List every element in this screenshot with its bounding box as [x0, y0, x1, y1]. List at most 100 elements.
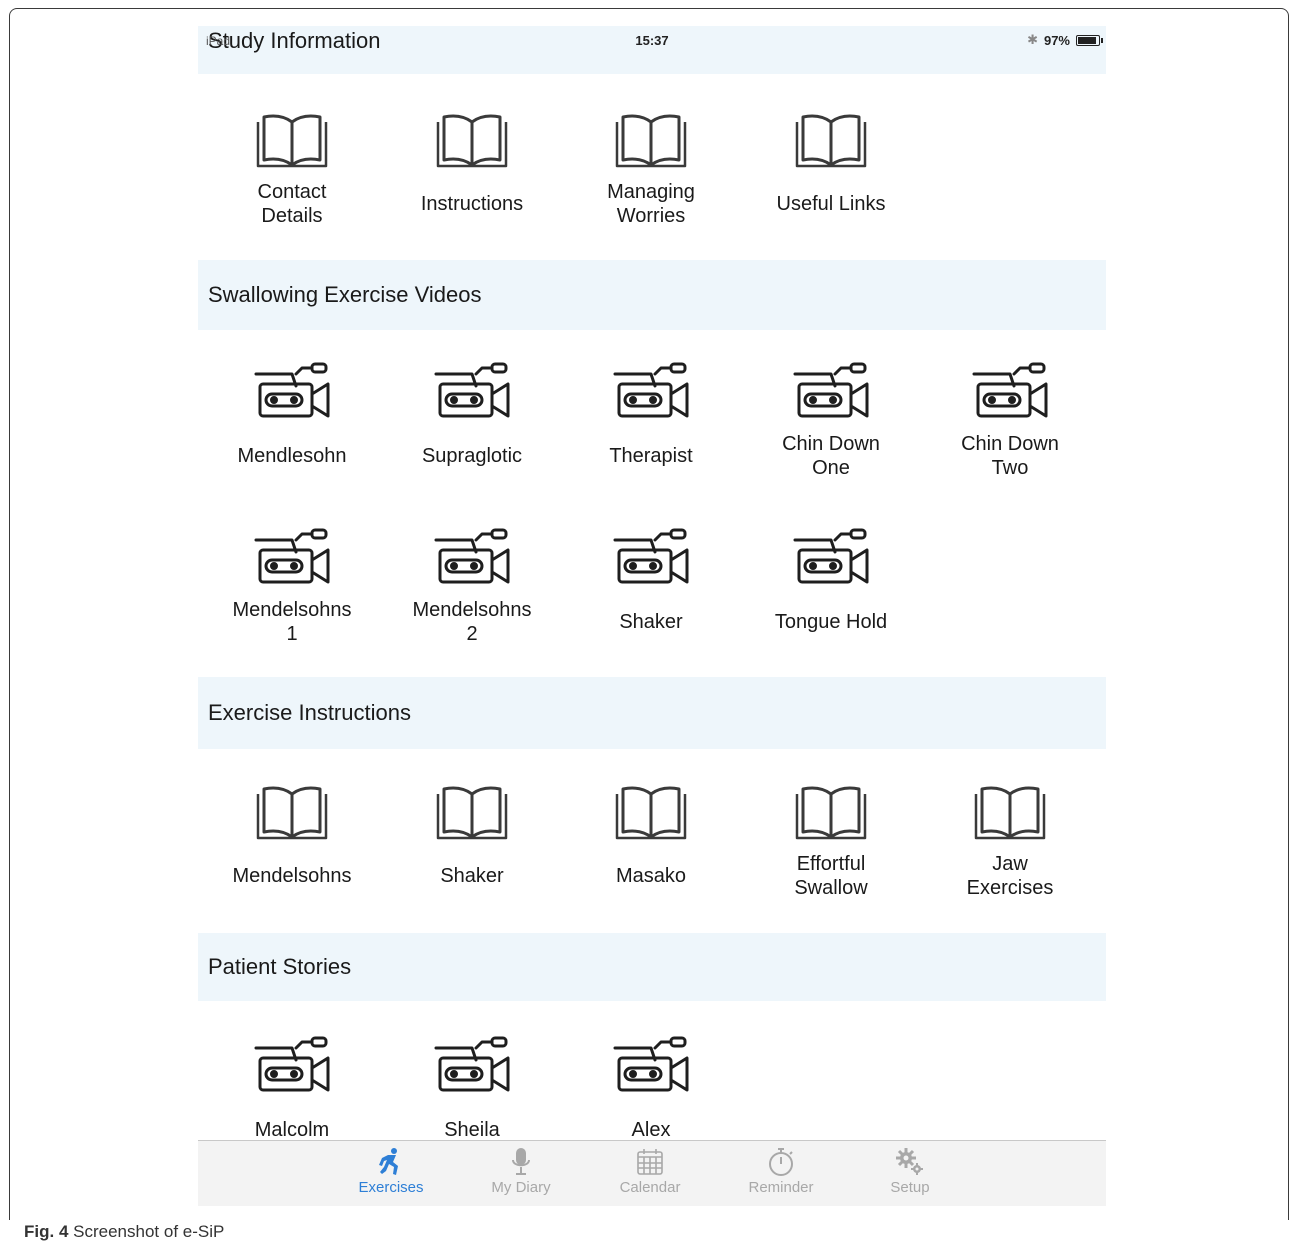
status-right: ✱ 97% — [1027, 32, 1103, 48]
section-header-exercise-instructions: Exercise Instructions — [198, 677, 1106, 749]
video-camera-icon — [432, 528, 512, 588]
tile-shaker[interactable]: Shaker — [382, 782, 562, 932]
tile-mendelsohns[interactable]: Mendelsohns — [202, 782, 382, 932]
section-title: Exercise Instructions — [208, 700, 411, 725]
figure-caption: Fig. 4 Screenshot of e-SiP — [24, 1222, 224, 1242]
book-icon — [611, 782, 691, 842]
tile-label-line: Sheila — [444, 1119, 500, 1141]
tile-label-line: Shaker — [619, 611, 683, 633]
book-icon — [791, 110, 871, 170]
book-icon — [432, 110, 512, 170]
tile-useful-links[interactable]: Useful Links — [741, 110, 921, 260]
tile-row: Mendelsohns Shaker Masako Effortful Swallow J… — [198, 782, 1106, 932]
tile-label-line: Tongue Hold — [774, 611, 888, 633]
tile-label-line: Worries — [616, 205, 686, 227]
video-camera-icon — [970, 362, 1050, 422]
tile-label-line: Therapist — [609, 445, 693, 467]
video-camera-icon — [611, 362, 691, 422]
tile-mendelsohns-1[interactable]: Mendelsohns 1 — [202, 528, 382, 678]
section-title: Patient Stories — [208, 954, 352, 979]
microphone-icon — [506, 1147, 536, 1177]
book-icon — [252, 110, 332, 170]
tile-managing-worries[interactable]: Managing Worries — [561, 110, 741, 260]
tile-chin-down-two[interactable]: Chin Down Two — [920, 362, 1100, 512]
tab-label: Setup — [890, 1179, 930, 1196]
tab-label: My Diary — [491, 1179, 551, 1196]
figure-caption-text: Screenshot of e-SiP — [73, 1222, 225, 1241]
tile-label: Supraglotic — [387, 428, 557, 484]
tile-label-line: Chin Down — [961, 433, 1059, 455]
tile-label: Managing Worries — [566, 176, 736, 232]
tile-label-line: Exercises — [966, 877, 1054, 899]
battery-percent: 97% — [1043, 32, 1070, 48]
tile-instructions[interactable]: Instructions — [382, 110, 562, 260]
tile-label-line: Effortful — [796, 853, 866, 875]
tile-label: Effortful Swallow — [746, 848, 916, 904]
battery-level — [1078, 36, 1097, 44]
video-camera-icon — [252, 528, 332, 588]
tab-bar: Exercises My Diary Calendar Reminder Setup — [198, 1140, 1106, 1206]
tab-reminder[interactable]: Reminder — [726, 1147, 836, 1203]
tile-label: Mendelsohns 1 — [207, 594, 377, 650]
tile-label-line: Swallow — [794, 877, 868, 899]
tile-shaker[interactable]: Shaker — [561, 528, 741, 678]
tile-label-line: One — [812, 457, 850, 479]
tile-row: Mendlesohn Supraglotic Therapist Chin Down O… — [198, 362, 1106, 512]
tile-mendelsohns-2[interactable]: Mendelsohns 2 — [382, 528, 562, 678]
tile-tongue-hold[interactable]: Tongue Hold — [741, 528, 921, 678]
tile-label: Therapist — [566, 428, 736, 484]
tile-label: Jaw Exercises — [925, 848, 1095, 904]
tile-label: Chin Down One — [746, 428, 916, 484]
figure-number: Fig. 4 — [24, 1222, 69, 1241]
tile-label: Mendlesohn — [207, 428, 377, 484]
tile-label-line: Mendelsohns — [232, 865, 352, 887]
tab-my-diary[interactable]: My Diary — [466, 1147, 576, 1203]
tile-label-line: Malcolm — [254, 1119, 330, 1141]
book-icon — [611, 110, 691, 170]
tile-label: Shaker — [566, 594, 736, 650]
tile-label-line: Details — [261, 205, 323, 227]
battery-icon — [1076, 34, 1103, 46]
tile-label-line: Mendlesohn — [237, 445, 347, 467]
tab-calendar[interactable]: Calendar — [595, 1147, 705, 1203]
tile-therapist[interactable]: Therapist — [561, 362, 741, 512]
tab-label: Reminder — [748, 1179, 814, 1196]
tile-chin-down-one[interactable]: Chin Down One — [741, 362, 921, 512]
tile-jaw-exercises[interactable]: Jaw Exercises — [920, 782, 1100, 932]
section-header-patient-stories: Patient Stories — [198, 933, 1106, 1001]
tile-label-line: Jaw — [992, 853, 1028, 875]
tile-label-line: 1 — [286, 623, 298, 645]
video-camera-icon — [611, 1036, 691, 1096]
tile-label: Instructions — [387, 176, 557, 232]
video-camera-icon — [432, 1036, 512, 1096]
section-title: Swallowing Exercise Videos — [208, 282, 482, 307]
calendar-icon — [635, 1147, 665, 1177]
tile-masako[interactable]: Masako — [561, 782, 741, 932]
tab-setup[interactable]: Setup — [855, 1147, 965, 1203]
tile-effortful-swallow[interactable]: Effortful Swallow — [741, 782, 921, 932]
tile-mendlesohn[interactable]: Mendlesohn — [202, 362, 382, 512]
tile-label: Tongue Hold — [746, 594, 916, 650]
tile-label-line: 2 — [466, 623, 478, 645]
tile-label-line: Shaker — [440, 865, 504, 887]
tab-exercises[interactable]: Exercises — [336, 1147, 446, 1203]
app-screen: Study Information iPad 15:37 ✱ 97% Conta… — [198, 26, 1106, 1206]
video-camera-icon — [611, 528, 691, 588]
tile-contact-details[interactable]: Contact Details — [202, 110, 382, 260]
tile-label-line: Alex — [631, 1119, 671, 1141]
tile-label-line: Contact — [257, 181, 327, 203]
stopwatch-icon — [766, 1147, 796, 1177]
video-camera-icon — [252, 1036, 332, 1096]
tile-label: Masako — [566, 848, 736, 904]
video-camera-icon — [252, 362, 332, 422]
section-header-swallowing-exercise-videos: Swallowing Exercise Videos — [198, 260, 1106, 330]
tile-label-line: Chin Down — [782, 433, 880, 455]
book-icon — [252, 782, 332, 842]
tile-label-line: Managing — [607, 181, 695, 203]
tile-supraglotic[interactable]: Supraglotic — [382, 362, 562, 512]
tile-label: Contact Details — [207, 176, 377, 232]
book-icon — [970, 782, 1050, 842]
tile-label: Mendelsohns — [207, 848, 377, 904]
book-icon — [791, 782, 871, 842]
tile-label: Shaker — [387, 848, 557, 904]
